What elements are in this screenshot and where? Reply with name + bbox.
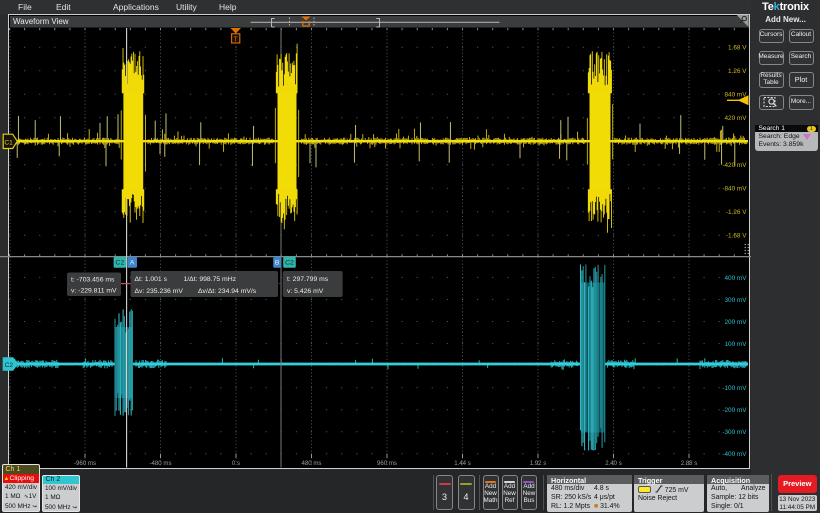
svg-text:1.44 s: 1.44 s xyxy=(454,460,471,467)
svg-text:0 V: 0 V xyxy=(737,363,747,370)
svg-text:C2: C2 xyxy=(5,362,14,369)
svg-text:-200 mV: -200 mV xyxy=(722,407,747,414)
svg-text:420 mV: 420 mV xyxy=(724,115,747,122)
svg-text:t: -703.456 ms: t: -703.456 ms xyxy=(71,277,115,284)
svg-text:2.88 s: 2.88 s xyxy=(681,460,698,467)
svg-text:-840 mV: -840 mV xyxy=(722,186,747,193)
svg-text:-1.68 V: -1.68 V xyxy=(726,233,747,240)
svg-text:A: A xyxy=(130,260,135,267)
svg-text:C1: C1 xyxy=(4,139,13,146)
svg-text:-400 mV: -400 mV xyxy=(722,451,747,458)
svg-text:-300 mV: -300 mV xyxy=(722,429,747,436)
svg-text:B: B xyxy=(275,260,280,267)
svg-text:960 ms: 960 ms xyxy=(377,460,397,467)
svg-text:v: 5.426 mV: v: 5.426 mV xyxy=(287,288,324,295)
svg-text:0 s: 0 s xyxy=(232,460,240,467)
svg-text:1.92 s: 1.92 s xyxy=(530,460,547,467)
svg-text:1/Δt: 998.75 mHz: 1/Δt: 998.75 mHz xyxy=(184,276,237,283)
svg-text:400 mV: 400 mV xyxy=(724,275,747,282)
svg-text:-420 mV: -420 mV xyxy=(722,162,747,169)
svg-text:T: T xyxy=(234,36,239,43)
svg-text:Δt: 1.001 s: Δt: 1.001 s xyxy=(135,276,168,283)
svg-text:1.26 V: 1.26 V xyxy=(728,68,747,75)
svg-text:-100 mV: -100 mV xyxy=(722,385,747,392)
svg-text:100 mV: 100 mV xyxy=(724,341,747,348)
svg-text:Δv: 235.236 mV: Δv: 235.236 mV xyxy=(135,288,184,295)
svg-text:C2: C2 xyxy=(116,260,125,267)
svg-text:C2: C2 xyxy=(285,260,294,267)
svg-text:840 mV: 840 mV xyxy=(724,92,747,99)
svg-text:t: 297.799 ms: t: 297.799 ms xyxy=(287,276,329,283)
svg-text:1.68 V: 1.68 V xyxy=(728,45,747,52)
svg-text:Δv/Δt: 234.94 mV/s: Δv/Δt: 234.94 mV/s xyxy=(198,288,257,295)
svg-text:v: -229.811 mV: v: -229.811 mV xyxy=(71,288,117,295)
svg-text:300 mV: 300 mV xyxy=(724,297,747,304)
svg-text:2.40 s: 2.40 s xyxy=(605,460,622,467)
svg-text:-480 ms: -480 ms xyxy=(149,460,171,467)
svg-text:480 ms: 480 ms xyxy=(302,460,322,467)
svg-text:-1.26 V: -1.26 V xyxy=(726,209,747,216)
svg-text:-960 ms: -960 ms xyxy=(74,460,96,467)
svg-text:200 mV: 200 mV xyxy=(724,319,747,326)
